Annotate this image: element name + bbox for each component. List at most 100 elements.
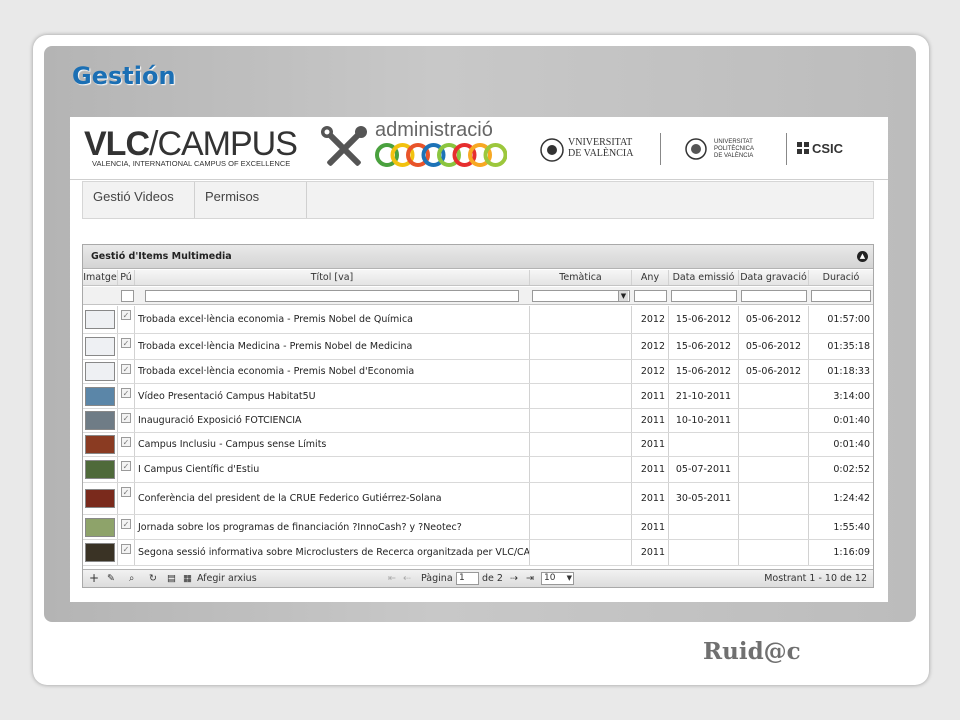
- uv-logo-text: VNIVERSITAT DE VALÈNCIA: [568, 137, 633, 159]
- video-thumbnail[interactable]: [85, 435, 115, 454]
- col-header-duration[interactable]: Duració: [809, 270, 873, 285]
- main-nav: Gestió Videos Permisos: [82, 181, 874, 219]
- chevron-down-icon[interactable]: ▼: [567, 573, 572, 584]
- page-number-input[interactable]: 1: [456, 572, 479, 585]
- table-row[interactable]: ✓ Jornada sobre los programas de financia…: [83, 515, 873, 540]
- video-thumbnail[interactable]: [85, 460, 115, 479]
- cell-emission-date: 05-07-2011: [669, 457, 739, 482]
- col-header-emission-date[interactable]: Data emissió: [669, 270, 739, 285]
- cell-year: 2011: [632, 409, 669, 432]
- public-checkbox[interactable]: ✓: [121, 364, 131, 374]
- table-row[interactable]: ✓ Inauguració Exposició FOTCIENCIA 2011 10-…: [83, 409, 873, 433]
- tools-icon: [321, 126, 367, 166]
- filter-year-input[interactable]: [634, 290, 667, 302]
- cell-recording-date: [739, 540, 809, 565]
- cell-theme: [530, 540, 632, 565]
- refresh-icon[interactable]: ↻: [149, 570, 157, 587]
- cell-theme: [530, 384, 632, 408]
- cell-public: ✓: [118, 515, 135, 539]
- filter-public-checkbox[interactable]: [121, 290, 134, 302]
- public-checkbox[interactable]: ✓: [121, 413, 131, 423]
- col-header-year[interactable]: Any: [632, 270, 669, 285]
- nav-item-videos[interactable]: Gestió Videos: [83, 182, 195, 218]
- cell-theme: [530, 334, 632, 359]
- video-thumbnail[interactable]: [85, 362, 115, 381]
- public-checkbox[interactable]: ✓: [121, 338, 131, 348]
- table-row[interactable]: ✓ Segona sessió informativa sobre Microcl…: [83, 540, 873, 566]
- collapse-icon[interactable]: ▲: [857, 251, 868, 262]
- video-thumbnail[interactable]: [85, 411, 115, 430]
- video-thumbnail[interactable]: [85, 386, 115, 406]
- col-header-image[interactable]: Imatge: [83, 270, 118, 285]
- page-size-select[interactable]: 10 ▼: [541, 572, 574, 585]
- cell-duration: 0:01:40: [833, 415, 870, 426]
- attach-icon[interactable]: ▦: [183, 570, 192, 587]
- col-header-theme[interactable]: Temàtica: [530, 270, 632, 285]
- table-row[interactable]: ✓ Trobada excel·lència Medicina - Premis …: [83, 334, 873, 360]
- records-status: Mostrant 1 - 10 de 12: [764, 573, 867, 584]
- prev-page-icon[interactable]: ⇠: [403, 570, 411, 587]
- next-page-icon[interactable]: ⇢: [510, 570, 518, 587]
- nav-item-permissions[interactable]: Permisos: [195, 182, 307, 218]
- upv-line1: UNIVERSITAT: [714, 139, 753, 145]
- ruidac-logo: Ruid@c: [703, 638, 801, 665]
- first-page-icon[interactable]: ⇤: [388, 570, 396, 587]
- page-label: Pàgina: [421, 573, 453, 584]
- grid-pager: + ✎ ⌕ ↻ ▤ ▦ Afegir arxius ⇤ ⇠ Pàgina 1 d…: [83, 569, 873, 587]
- logo-divider: [786, 133, 787, 165]
- table-row[interactable]: ✓ Campus Inclusiu - Campus sense Límits 20…: [83, 433, 873, 457]
- page-total: de 2: [482, 573, 503, 584]
- filter-theme-select[interactable]: ▼: [532, 290, 630, 302]
- edit-icon[interactable]: ✎: [107, 570, 115, 587]
- public-checkbox[interactable]: ✓: [121, 461, 131, 471]
- search-icon[interactable]: ⌕: [129, 570, 134, 587]
- add-icon[interactable]: +: [89, 570, 99, 587]
- table-row[interactable]: ✓ I Campus Científic d'Estiu 2011 05-07-201…: [83, 457, 873, 483]
- cell-emission-date: [669, 540, 739, 565]
- cell-recording-date: [739, 433, 809, 456]
- grid-title-bar: Gestió d'Items Multimedia ▲: [83, 245, 873, 269]
- video-thumbnail[interactable]: [85, 310, 115, 329]
- col-header-title[interactable]: Títol [va]: [135, 270, 530, 285]
- app-header: VLC/CAMPUS VALENCIA, INTERNATIONAL CAMPU…: [70, 117, 888, 180]
- cell-theme: [530, 306, 632, 333]
- public-checkbox[interactable]: ✓: [121, 544, 131, 554]
- filter-recording-input[interactable]: [741, 290, 807, 302]
- public-checkbox[interactable]: ✓: [121, 437, 131, 447]
- cell-title: Trobada excel·lència economia - Premis N…: [135, 360, 530, 383]
- filter-duration-input[interactable]: [811, 290, 871, 302]
- public-checkbox[interactable]: ✓: [121, 519, 131, 529]
- vlc-logo-bold: VLC: [84, 125, 150, 163]
- cell-image: [83, 433, 118, 456]
- video-thumbnail[interactable]: [85, 517, 115, 537]
- cell-title: Jornada sobre los programas de financiac…: [135, 515, 530, 539]
- cell-recording-date: [739, 483, 809, 514]
- col-header-recording-date[interactable]: Data gravació: [739, 270, 809, 285]
- cell-recording-date: [739, 409, 809, 432]
- table-row[interactable]: ✓ Conferència del president de la CRUE Fe…: [83, 483, 873, 515]
- video-thumbnail[interactable]: [85, 543, 115, 562]
- cell-year: 2012: [632, 306, 669, 333]
- attach-files-link[interactable]: Afegir arxius: [197, 570, 257, 587]
- cell-public: ✓: [118, 306, 135, 333]
- video-thumbnail[interactable]: [85, 337, 115, 356]
- cell-theme: [530, 483, 632, 514]
- cell-public: ✓: [118, 409, 135, 432]
- col-header-public[interactable]: Pú: [118, 270, 135, 285]
- video-thumbnail[interactable]: [85, 489, 115, 508]
- public-checkbox[interactable]: ✓: [121, 487, 131, 497]
- table-row[interactable]: ✓ Trobada excel·lència economia - Premis …: [83, 306, 873, 334]
- table-row[interactable]: ✓ Trobada excel·lència economia - Premis …: [83, 360, 873, 384]
- filter-title-input[interactable]: [145, 290, 519, 302]
- filter-emission-input[interactable]: [671, 290, 737, 302]
- cell-theme: [530, 409, 632, 432]
- cell-year: 2011: [632, 457, 669, 482]
- cell-emission-date: 21-10-2011: [669, 384, 739, 408]
- cell-recording-date: [739, 457, 809, 482]
- last-page-icon[interactable]: ⇥: [526, 570, 534, 587]
- public-checkbox[interactable]: ✓: [121, 310, 131, 320]
- chevron-down-icon[interactable]: ▼: [618, 291, 628, 301]
- public-checkbox[interactable]: ✓: [121, 388, 131, 398]
- grid-view-icon[interactable]: ▤: [167, 570, 176, 587]
- table-row[interactable]: ✓ Vídeo Presentació Campus Habitat5U 2011 2…: [83, 384, 873, 409]
